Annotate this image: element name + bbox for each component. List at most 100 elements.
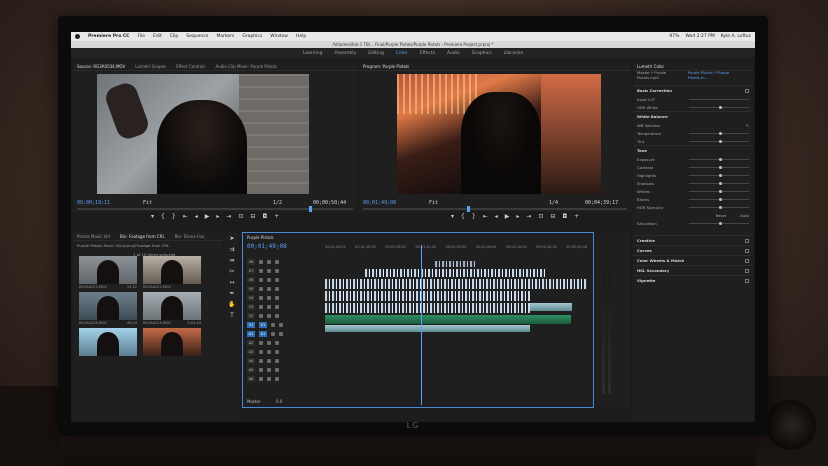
row-slider[interactable] [689, 181, 749, 185]
marker-icon[interactable]: ▾ [451, 213, 454, 220]
track-target[interactable]: V1 [259, 321, 267, 328]
program-scrubber[interactable] [363, 206, 627, 212]
thumb-item[interactable]: RG3A0224.MOV 5;04;44 [143, 292, 201, 325]
source-patch[interactable]: V1 [247, 321, 255, 328]
slider-knob[interactable] [719, 205, 722, 209]
track-target[interactable]: A3 [247, 348, 255, 355]
workspace-learning[interactable]: Learning [303, 51, 323, 56]
row-slider[interactable] [689, 173, 749, 177]
menu-markers[interactable]: Markers [216, 34, 234, 39]
program-timecode-in[interactable]: 00;01;49;08 [363, 200, 396, 206]
sync-icon[interactable] [267, 277, 271, 282]
video-clip[interactable] [325, 303, 530, 313]
workspace-audio[interactable]: Audio [447, 51, 460, 56]
program-video-frame[interactable] [397, 74, 601, 194]
section-tone[interactable]: Tone [633, 145, 753, 155]
clip-thumbnail[interactable] [79, 256, 137, 284]
lock-icon[interactable] [259, 358, 263, 363]
section-toggle[interactable] [745, 238, 749, 243]
slider-knob[interactable] [719, 173, 722, 177]
timeline-tab[interactable]: Purple Pistols [243, 233, 593, 242]
lock-icon[interactable] [259, 313, 263, 318]
lock-icon[interactable] [259, 304, 263, 309]
workspace-editing[interactable]: Editing [368, 51, 384, 56]
menu-edit[interactable]: Edit [153, 34, 162, 39]
sync-icon[interactable] [267, 304, 271, 309]
source-patch[interactable]: A1 [247, 330, 255, 337]
video-clip[interactable] [325, 279, 587, 289]
row-slider[interactable] [689, 139, 749, 143]
lock-icon[interactable] [259, 376, 263, 381]
section-basic-correction[interactable]: Basic Correction [633, 85, 753, 95]
section-creative[interactable]: Creative [633, 235, 753, 245]
eye-icon[interactable] [275, 313, 279, 318]
insert-icon[interactable]: ⊡ [238, 213, 243, 220]
audio-clip[interactable] [325, 325, 530, 332]
video-clip[interactable] [365, 269, 545, 277]
step-back-icon[interactable]: ⇤ [483, 213, 488, 220]
frame-back-icon[interactable]: ◂ [195, 213, 198, 220]
pen-icon[interactable]: ✒ [228, 290, 236, 298]
menu-file[interactable]: File [137, 34, 145, 39]
row-slider[interactable] [689, 105, 749, 109]
track-target[interactable]: V7 [247, 267, 255, 274]
thumb-item[interactable]: RG3A0226.MOV 49;04 [79, 292, 137, 325]
thumb-item[interactable]: RG3A0222.MOV [143, 256, 201, 289]
slider-knob[interactable] [719, 189, 722, 193]
track-target[interactable]: A1 [259, 330, 267, 337]
solo-icon[interactable] [275, 340, 279, 345]
tab-lumetri-scopes[interactable]: Lumetri Scopes [135, 64, 166, 69]
track-target[interactable]: A5 [247, 366, 255, 373]
slider-knob[interactable] [719, 197, 722, 201]
lock-icon[interactable] [259, 367, 263, 372]
timeline-ruler[interactable]: 00;01;04;02 00;01;16;02 00;01;28;02 00;0… [325, 245, 587, 253]
add-button-icon[interactable]: + [274, 213, 279, 220]
apple-icon[interactable] [75, 34, 80, 39]
row-dropdown[interactable] [689, 98, 749, 100]
lock-icon[interactable] [259, 349, 263, 354]
sync-icon[interactable] [267, 268, 271, 273]
lock-icon[interactable] [271, 322, 275, 327]
lock-icon[interactable] [259, 295, 263, 300]
tab-lumetri-color[interactable]: Lumetri Color [637, 64, 664, 69]
eye-icon[interactable] [275, 277, 279, 282]
menu-clip[interactable]: Clip [170, 34, 179, 39]
mute-icon[interactable] [267, 358, 271, 363]
solo-icon[interactable] [275, 376, 279, 381]
row-slider[interactable] [689, 157, 749, 161]
source-scrubber[interactable] [77, 206, 353, 212]
sync-icon[interactable] [267, 259, 271, 264]
mute-icon[interactable] [267, 340, 271, 345]
track-target[interactable]: V8 [247, 258, 255, 265]
sync-icon[interactable] [267, 313, 271, 318]
reset-button[interactable]: Reset [716, 213, 727, 218]
type-icon[interactable]: T [228, 312, 236, 320]
tab-effect-controls[interactable]: Effect Controls [176, 64, 205, 69]
frame-forward-icon[interactable]: ▸ [516, 213, 519, 220]
audio-clip[interactable] [325, 315, 571, 324]
solo-icon[interactable] [275, 367, 279, 372]
lock-icon[interactable] [259, 277, 263, 282]
solo-icon[interactable] [275, 349, 279, 354]
step-forward-icon[interactable]: ⇥ [526, 213, 531, 220]
export-frame-icon[interactable]: ◘ [562, 213, 567, 220]
workspace-assembly[interactable]: Assembly [335, 51, 357, 56]
lock-icon[interactable] [259, 259, 263, 264]
lock-icon[interactable] [259, 286, 263, 291]
workspace-color[interactable]: Color [396, 51, 408, 56]
track-target[interactable]: A4 [247, 357, 255, 364]
eye-icon[interactable] [275, 295, 279, 300]
play-icon[interactable]: ▶ [505, 213, 510, 220]
section-vignette[interactable]: Vignette [633, 275, 753, 285]
row-slider[interactable] [689, 165, 749, 169]
track-target[interactable]: A2 [247, 339, 255, 346]
frame-forward-icon[interactable]: ▸ [216, 213, 219, 220]
export-frame-icon[interactable]: ◘ [262, 213, 267, 220]
source-timecode-in[interactable]: 00;00;19;11 [77, 200, 110, 206]
menu-help[interactable]: Help [296, 34, 306, 39]
play-icon[interactable]: ▶ [205, 213, 210, 220]
thumb-item[interactable] [143, 328, 201, 356]
video-clip[interactable] [325, 291, 530, 301]
slider-knob[interactable] [719, 105, 722, 109]
overwrite-icon[interactable]: ⊟ [250, 213, 255, 220]
